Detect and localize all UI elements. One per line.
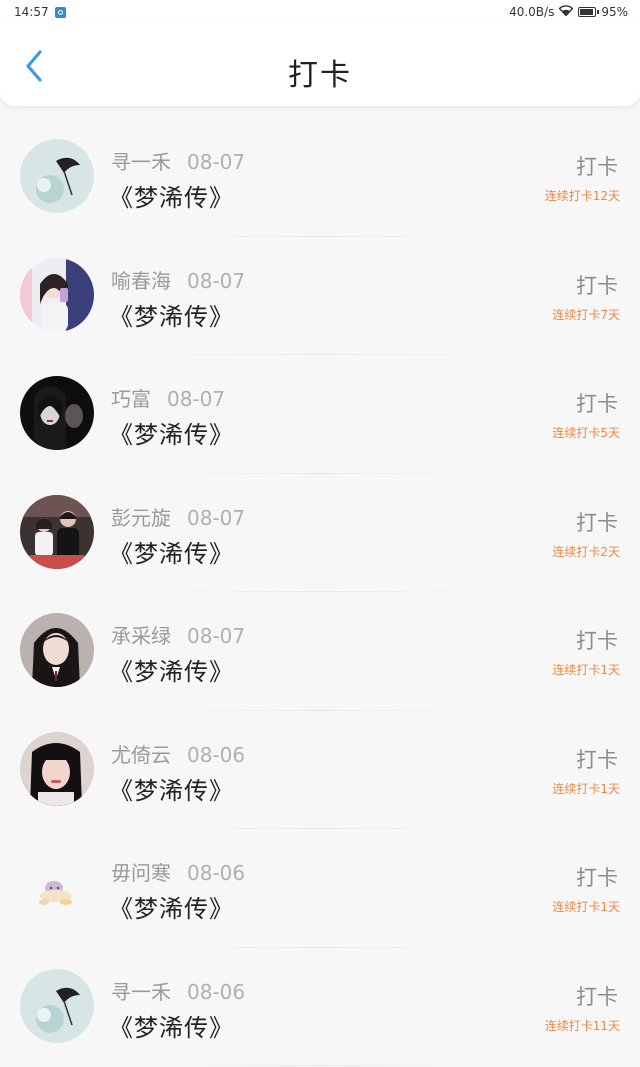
user-name: 寻一禾 xyxy=(111,979,171,1004)
status-time: 14:57 xyxy=(14,5,49,19)
user-name: 彭元旋 xyxy=(111,505,171,530)
wifi-icon xyxy=(558,5,574,19)
user-name: 毋问寒 xyxy=(111,861,171,885)
notification-icon xyxy=(54,6,66,18)
book-title: 《梦浠传》 xyxy=(109,184,234,212)
streak-label: 连续打卡5天 xyxy=(552,426,620,440)
checkin-button[interactable]: 打卡 xyxy=(576,981,618,1011)
checkin-button[interactable]: 打卡 xyxy=(576,744,618,774)
network-speed: 40.0B/s xyxy=(509,5,555,19)
user-meta: 彭元旋 08-07 xyxy=(111,502,245,531)
streak-label: 连续打卡1天 xyxy=(552,663,620,677)
checkin-list: 寻一禾 08-07 《梦浠传》 打卡 连续打卡12天 喻春海 08-07 《梦浠传》… xyxy=(0,118,640,1066)
checkin-button[interactable]: 打卡 xyxy=(576,507,618,537)
user-meta: 巧富 08-07 xyxy=(111,383,225,412)
avatar xyxy=(20,257,94,332)
streak-label: 连续打卡12天 xyxy=(544,189,620,203)
book-title: 《梦浠传》 xyxy=(109,421,234,449)
user-meta: 毋问寒 08-06 xyxy=(111,857,245,886)
status-bar: 14:57 40.0B/s 95% xyxy=(0,0,640,24)
checkin-date: 08-07 xyxy=(187,268,246,293)
streak-label: 连续打卡1天 xyxy=(552,781,620,796)
checkin-date: 08-06 xyxy=(187,979,246,1004)
battery-icon xyxy=(578,7,600,17)
battery-level: 95% xyxy=(601,5,628,19)
checkin-button[interactable]: 打卡 xyxy=(576,270,618,300)
avatar xyxy=(20,376,94,450)
checkin-item[interactable]: 彭元旋 08-07 《梦浠传》 打卡 连续打卡2天 xyxy=(0,474,640,593)
checkin-date: 08-06 xyxy=(187,742,246,767)
streak-label: 连续打卡1天 xyxy=(552,900,620,914)
page-title: 打卡 xyxy=(288,58,352,93)
status-right: 40.0B/s 95% xyxy=(509,5,628,19)
user-name: 巧富 xyxy=(111,387,151,411)
checkin-date: 08-07 xyxy=(187,150,246,174)
streak-label: 连续打卡7天 xyxy=(552,307,620,322)
status-left: 14:57 xyxy=(14,5,66,19)
checkin-date: 08-07 xyxy=(167,387,226,411)
streak-label: 连续打卡2天 xyxy=(552,544,620,559)
avatar xyxy=(20,613,94,687)
checkin-date: 08-06 xyxy=(187,861,246,885)
book-title: 《梦浠传》 xyxy=(109,658,234,686)
user-name: 喻春海 xyxy=(111,268,171,293)
user-meta: 寻一禾 08-06 xyxy=(111,976,245,1005)
checkin-item[interactable]: 毋问寒 08-06 《梦浠传》 打卡 连续打卡1天 xyxy=(0,829,640,948)
user-name: 尤倚云 xyxy=(111,742,171,767)
user-name: 寻一禾 xyxy=(111,150,171,174)
book-title: 《梦浠传》 xyxy=(109,302,234,331)
app-header: 打卡 xyxy=(0,24,640,106)
checkin-item[interactable]: 喻春海 08-07 《梦浠传》 打卡 连续打卡7天 xyxy=(0,237,640,356)
checkin-item[interactable]: 承采绿 08-07 《梦浠传》 打卡 连续打卡1天 xyxy=(0,592,640,711)
checkin-item[interactable]: 寻一禾 08-06 《梦浠传》 打卡 连续打卡11天 xyxy=(0,948,640,1067)
checkin-item[interactable]: 尤倚云 08-06 《梦浠传》 打卡 连续打卡1天 xyxy=(0,711,640,830)
book-title: 《梦浠传》 xyxy=(109,1013,234,1042)
checkin-date: 08-07 xyxy=(187,505,246,530)
user-name: 承采绿 xyxy=(111,624,171,648)
avatar xyxy=(20,731,94,806)
avatar xyxy=(20,139,94,213)
checkin-date: 08-07 xyxy=(187,624,246,648)
avatar xyxy=(20,850,94,924)
user-meta: 承采绿 08-07 xyxy=(111,620,245,649)
checkin-item[interactable]: 巧富 08-07 《梦浠传》 打卡 连续打卡5天 xyxy=(0,355,640,474)
checkin-button[interactable]: 打卡 xyxy=(576,862,618,892)
user-meta: 尤倚云 08-06 xyxy=(111,739,245,768)
book-title: 《梦浠传》 xyxy=(109,539,234,568)
checkin-button[interactable]: 打卡 xyxy=(576,151,618,181)
book-title: 《梦浠传》 xyxy=(109,776,234,805)
checkin-button[interactable]: 打卡 xyxy=(576,388,618,418)
user-meta: 喻春海 08-07 xyxy=(111,265,245,294)
user-meta: 寻一禾 08-07 xyxy=(111,146,245,175)
book-title: 《梦浠传》 xyxy=(109,895,234,923)
avatar xyxy=(20,968,94,1043)
checkin-item[interactable]: 寻一禾 08-07 《梦浠传》 打卡 连续打卡12天 xyxy=(0,118,640,237)
streak-label: 连续打卡11天 xyxy=(544,1018,620,1033)
checkin-button[interactable]: 打卡 xyxy=(576,625,618,655)
avatar xyxy=(20,494,94,569)
